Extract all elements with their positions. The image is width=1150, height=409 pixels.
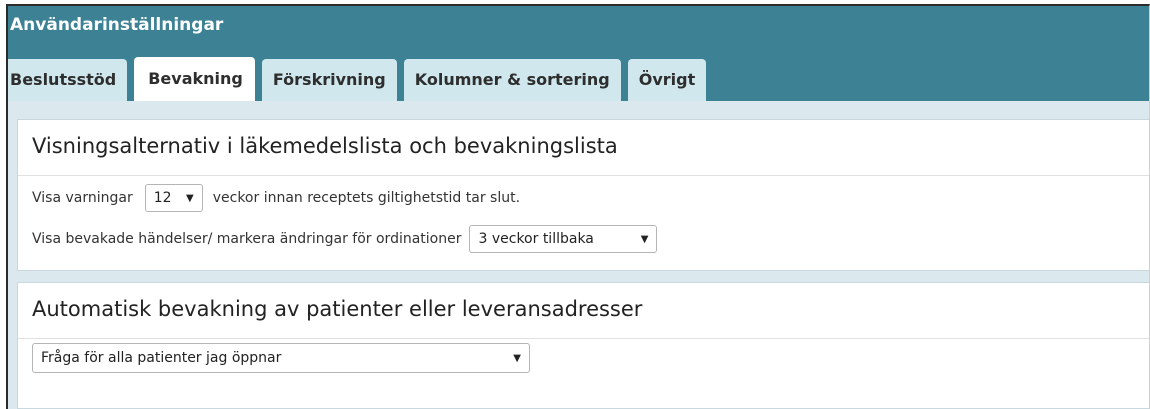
warning-weeks-value: 12 [153,190,172,206]
warning-prefix-label: Visa varningar [32,190,133,206]
auto-monitoring-title: Automatisk bevakning av patienter eller … [32,297,643,321]
chevron-down-icon: ▼ [640,233,649,245]
tab-bevakning[interactable]: Bevakning [134,57,255,101]
changes-history-row: Visa bevakade händelser/ markera ändring… [32,225,658,253]
changes-history-select[interactable]: 3 veckor tillbaka ▼ [469,225,658,253]
display-options-panel: Visningsalternativ i läkemedelslista och… [17,119,1149,271]
warning-suffix-label: veckor innan receptets giltighetstid tar… [212,190,521,206]
tab-beslutsstod[interactable]: Beslutsstöd [8,59,128,101]
tab-kolumner-sortering[interactable]: Kolumner & sortering [403,59,621,101]
settings-window: Användarinställningar Beslutsstöd Bevakn… [6,4,1150,409]
chevron-down-icon: ▼ [513,352,521,364]
auto-monitoring-panel: Automatisk bevakning av patienter eller … [17,282,1149,409]
chevron-down-icon: ▼ [186,192,194,204]
window-title: Användarinställningar [10,15,224,35]
auto-monitoring-value: Fråga för alla patienter jag öppnar [41,350,282,366]
panel-divider [18,175,1149,176]
warning-weeks-row: Visa varningar 12 ▼ veckor innan recepte… [32,184,520,212]
auto-monitoring-row: Fråga för alla patienter jag öppnar ▼ [32,343,530,373]
tab-forskrivning[interactable]: Förskrivning [261,59,397,101]
changes-history-value: 3 veckor tillbaka [478,231,594,247]
display-options-title: Visningsalternativ i läkemedelslista och… [32,134,618,158]
tab-ovrigt[interactable]: Övrigt [627,59,707,101]
warning-weeks-select[interactable]: 12 ▼ [144,184,203,212]
panel-divider [18,338,1149,339]
tab-content: Visningsalternativ i läkemedelslista och… [8,101,1149,409]
tab-bar: Beslutsstöd Bevakning Förskrivning Kolum… [8,57,713,101]
changes-history-label: Visa bevakade händelser/ markera ändring… [32,231,462,247]
auto-monitoring-select[interactable]: Fråga för alla patienter jag öppnar ▼ [32,343,530,373]
